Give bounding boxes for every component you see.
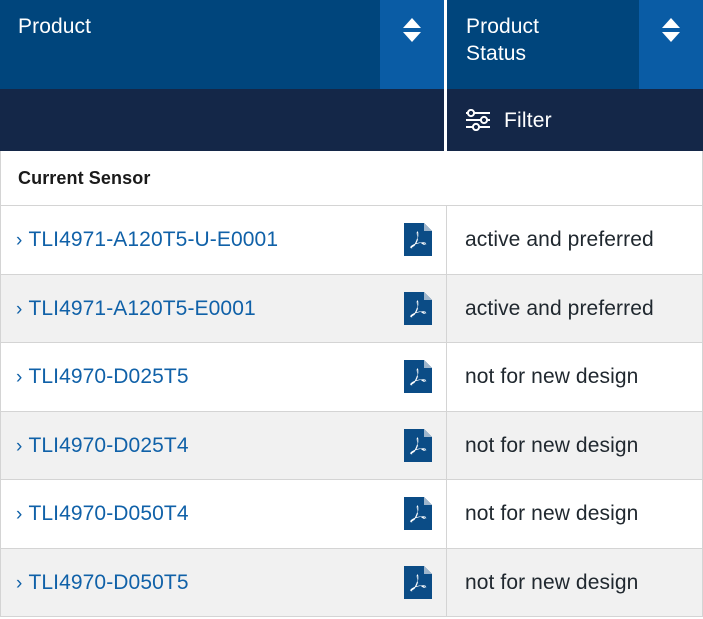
- sort-descending-icon: [662, 32, 680, 42]
- cell-product-status: active and preferred: [447, 206, 703, 274]
- column-header-product-label: Product: [0, 0, 380, 89]
- table-row: › TLI4970-D050T5 not for new design: [0, 549, 703, 618]
- product-name: TLI4970-D050T4: [28, 503, 188, 524]
- product-name: TLI4970-D050T5: [28, 572, 188, 593]
- pdf-file-icon[interactable]: [404, 566, 432, 599]
- product-name: TLI4970-D025T5: [28, 366, 188, 387]
- product-table: Product Product Status: [0, 0, 703, 619]
- column-header-product-status: Product Status: [447, 0, 703, 89]
- sort-button-product-status[interactable]: [639, 0, 703, 89]
- product-name: TLI4970-D025T4: [28, 435, 188, 456]
- table-row: › TLI4970-D025T4 not for new design: [0, 412, 703, 481]
- sort-arrows-icon: [403, 18, 421, 42]
- chevron-right-icon: ›: [16, 437, 22, 456]
- pdf-file-icon[interactable]: [404, 360, 432, 393]
- cell-product: › TLI4970-D025T4: [0, 412, 447, 480]
- table-row: › TLI4970-D025T5 not for new design: [0, 343, 703, 412]
- product-status-value: active and preferred: [465, 298, 654, 319]
- column-header-product-status-label: Product Status: [447, 0, 639, 89]
- product-status-value: active and preferred: [465, 229, 654, 250]
- cell-product-status: not for new design: [447, 549, 703, 617]
- product-name: TLI4971-A120T5-U-E0001: [28, 229, 278, 250]
- pdf-file-icon[interactable]: [404, 429, 432, 462]
- product-status-value: not for new design: [465, 366, 638, 387]
- sort-ascending-icon: [662, 18, 680, 28]
- cell-product-status: not for new design: [447, 480, 703, 548]
- filter-sliders-icon: [465, 109, 491, 131]
- product-status-value: not for new design: [465, 503, 638, 524]
- pdf-file-icon[interactable]: [404, 497, 432, 530]
- table-header-row: Product Product Status: [0, 0, 703, 89]
- table-row: › TLI4970-D050T4 not for new design: [0, 480, 703, 549]
- sort-arrows-icon: [662, 18, 680, 42]
- chevron-right-icon: ›: [16, 231, 22, 250]
- product-link[interactable]: › TLI4970-D025T5: [16, 366, 394, 387]
- cell-product: › TLI4970-D025T5: [0, 343, 447, 411]
- cell-product-status: not for new design: [447, 343, 703, 411]
- cell-product: › TLI4971-A120T5-U-E0001: [0, 206, 447, 274]
- product-link[interactable]: › TLI4970-D050T4: [16, 503, 394, 524]
- product-name: TLI4971-A120T5-E0001: [28, 298, 255, 319]
- group-title: Current Sensor: [1, 168, 150, 189]
- filter-button-product-status[interactable]: Filter: [447, 89, 703, 151]
- product-link[interactable]: › TLI4971-A120T5-U-E0001: [16, 229, 394, 250]
- pdf-file-icon[interactable]: [404, 223, 432, 256]
- filter-label: Filter: [504, 110, 552, 131]
- table-row: › TLI4971-A120T5-E0001 active and prefer…: [0, 275, 703, 344]
- cell-product-status: active and preferred: [447, 275, 703, 343]
- cell-product-status: not for new design: [447, 412, 703, 480]
- table-row: › TLI4971-A120T5-U-E0001 active and pref…: [0, 206, 703, 275]
- cell-product: › TLI4970-D050T4: [0, 480, 447, 548]
- cell-product: › TLI4970-D050T5: [0, 549, 447, 617]
- pdf-file-icon[interactable]: [404, 292, 432, 325]
- product-link[interactable]: › TLI4971-A120T5-E0001: [16, 298, 394, 319]
- filter-row: Filter: [0, 89, 703, 151]
- chevron-right-icon: ›: [16, 368, 22, 387]
- product-link[interactable]: › TLI4970-D025T4: [16, 435, 394, 456]
- product-status-value: not for new design: [465, 572, 638, 593]
- sort-ascending-icon: [403, 18, 421, 28]
- chevron-right-icon: ›: [16, 574, 22, 593]
- filter-cell-product: [0, 89, 447, 151]
- table-body: › TLI4971-A120T5-U-E0001 active and pref…: [0, 206, 703, 617]
- product-link[interactable]: › TLI4970-D050T5: [16, 572, 394, 593]
- product-status-value: not for new design: [465, 435, 638, 456]
- chevron-right-icon: ›: [16, 505, 22, 524]
- chevron-right-icon: ›: [16, 300, 22, 319]
- cell-product: › TLI4971-A120T5-E0001: [0, 275, 447, 343]
- sort-descending-icon: [403, 32, 421, 42]
- sort-button-product[interactable]: [380, 0, 444, 89]
- column-header-product: Product: [0, 0, 447, 89]
- group-header-row: Current Sensor: [0, 151, 703, 206]
